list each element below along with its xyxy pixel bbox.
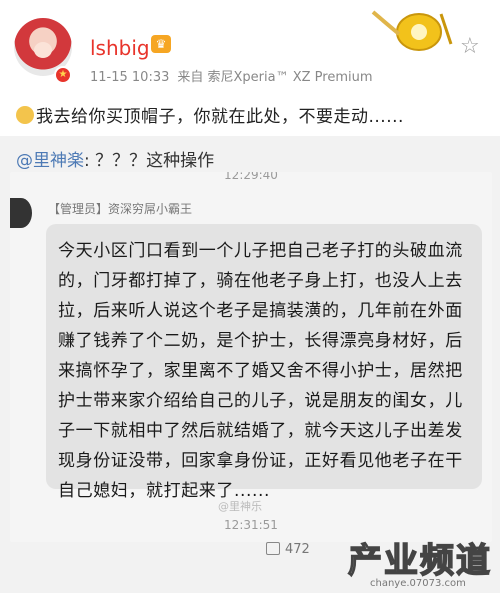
repost-image[interactable]: 12:29:40 【管理员】资深穷屌小霸王 今天小区门口看到一个儿子把自己老子打… <box>10 172 492 542</box>
timestamp: 11-15 10:33 <box>90 70 170 85</box>
post-source: 来自 索尼Xperia™ XZ Premium <box>177 70 373 85</box>
repost-comment: : ？？？这种操作 <box>84 151 215 171</box>
chat-message: 今天小区门口看到一个儿子把自己老子打的头破血流的，门牙都打掉了，骑在他老子身上打… <box>58 241 463 501</box>
share-button[interactable]: 472 <box>266 542 310 557</box>
chat-time-top: 12:29:40 <box>224 172 278 182</box>
post-text-content: 我去给你买顶帽子，你就在此处，不要走动...... <box>36 107 404 127</box>
decoration-badge-icon <box>371 10 453 51</box>
chat-sender-name: 【管理员】资深穷屌小霸王 <box>48 202 193 216</box>
chat-avatar <box>10 198 32 228</box>
favorite-star-icon[interactable]: ☆ <box>460 34 480 59</box>
share-count: 472 <box>285 542 310 557</box>
repost-card[interactable]: @里神楽: ？？？这种操作 12:29:40 【管理员】资深穷屌小霸王 今天小区… <box>0 136 500 593</box>
mention-link[interactable]: @里神楽 <box>16 151 84 171</box>
chat-bubble: 今天小区门口看到一个儿子把自己老子打的头破血流的，门牙都打掉了，骑在他老子身上打… <box>46 224 482 501</box>
username[interactable]: lshbig <box>90 36 150 60</box>
site-logo-text: 产业频道 <box>347 540 492 582</box>
site-watermark-logo: 产业频道 chanye.07073.com <box>347 533 494 589</box>
share-icon <box>266 542 280 555</box>
avatar-face <box>34 42 52 58</box>
doge-emoji-icon <box>16 106 34 124</box>
repost-text: @里神楽: ？？？这种操作 <box>16 146 214 171</box>
post-text: 我去给你买顶帽子，你就在此处，不要走动...... <box>16 102 404 127</box>
verified-badge-icon: ★ <box>54 66 72 84</box>
post-meta: 11-15 10:33 来自 索尼Xperia™ XZ Premium <box>90 66 373 85</box>
chat-time-bottom: 12:31:51 <box>224 518 278 532</box>
watermark: @里神乐 <box>218 500 262 513</box>
vip-crown-icon: ♛ <box>151 35 171 53</box>
